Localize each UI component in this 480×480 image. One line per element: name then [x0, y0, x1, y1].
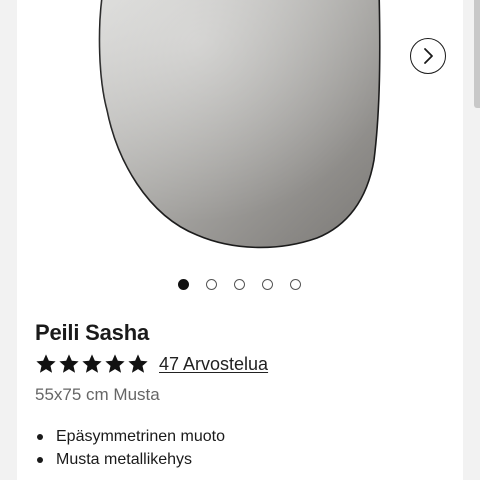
feature-text: Epäsymmetrinen muoto: [56, 428, 225, 445]
star-icon: [128, 354, 148, 373]
pagination-dot-1[interactable]: [178, 279, 189, 290]
bullet-icon: [37, 434, 43, 440]
feature-text: Musta metallikehys: [56, 451, 193, 468]
mirror-image[interactable]: [17, 0, 463, 270]
product-title: Peili Sasha: [35, 320, 149, 345]
product-rating: 47 Arvostelua: [35, 352, 268, 376]
product-card: Peili Sasha 47 Arvostelua 55x75 cm Musta…: [17, 0, 463, 480]
star-icon: [59, 354, 79, 373]
product-variant: 55x75 cm Musta: [35, 385, 160, 404]
image-gallery[interactable]: [17, 0, 463, 270]
scrollbar[interactable]: [474, 0, 480, 108]
feature-item: Epäsymmetrinen muoto: [35, 427, 225, 450]
pagination-dot-2[interactable]: [206, 279, 217, 290]
pagination-dot-3[interactable]: [234, 279, 245, 290]
star-icon: [82, 354, 102, 373]
pagination-dot-5[interactable]: [290, 279, 301, 290]
chevron-right-icon: [424, 48, 433, 64]
reviews-link[interactable]: 47 Arvostelua: [159, 354, 268, 375]
star-icon: [36, 354, 56, 373]
star-rating: [35, 353, 150, 375]
next-image-button[interactable]: [410, 38, 446, 74]
feature-item: Musta metallikehys: [35, 450, 225, 473]
bullet-icon: [37, 457, 43, 463]
pagination-dot-4[interactable]: [262, 279, 273, 290]
star-icon: [105, 354, 125, 373]
gallery-pagination: [17, 278, 463, 292]
feature-list: Epäsymmetrinen muoto Musta metallikehys: [35, 427, 225, 473]
